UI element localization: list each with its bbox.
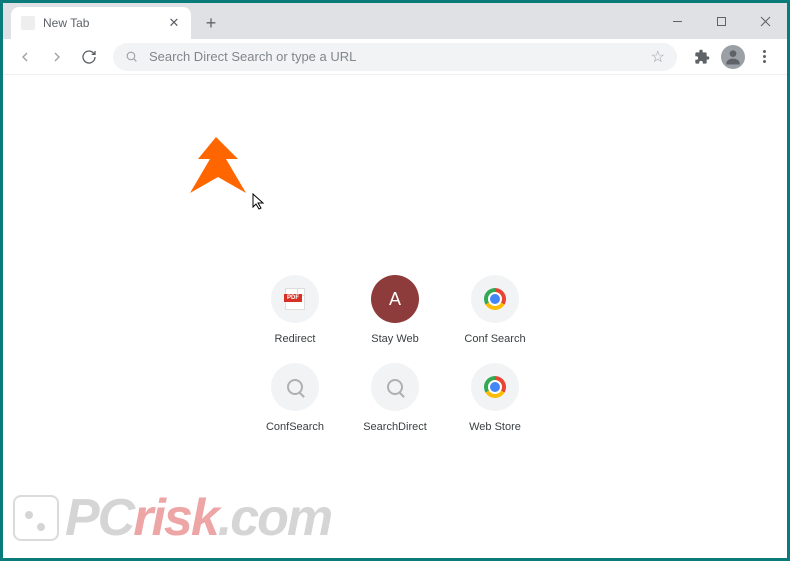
- bookmark-star-icon[interactable]: ☆: [651, 47, 665, 67]
- shortcut-label: SearchDirect: [363, 421, 427, 433]
- new-tab-page: Redirect A Stay Web Conf Search ConfSear…: [3, 75, 787, 558]
- back-button[interactable]: [11, 43, 39, 71]
- omnibox[interactable]: ☆: [113, 43, 677, 71]
- shortcut-label: Web Store: [469, 421, 521, 433]
- annotation-arrow-icon: [178, 133, 258, 203]
- new-tab-button[interactable]: +: [197, 9, 225, 37]
- shortcut-searchdirect[interactable]: SearchDirect: [350, 363, 440, 433]
- tab-title: New Tab: [43, 16, 89, 30]
- toolbar: ☆: [3, 39, 787, 75]
- watermark-logo-icon: [13, 495, 59, 541]
- pdf-icon: [271, 275, 319, 323]
- forward-button[interactable]: [43, 43, 71, 71]
- maximize-button[interactable]: [699, 6, 743, 36]
- watermark-text: PCrisk.com: [65, 488, 331, 548]
- shortcut-grid: Redirect A Stay Web Conf Search ConfSear…: [250, 275, 540, 433]
- shortcut-label: Conf Search: [464, 333, 525, 345]
- minimize-button[interactable]: [655, 6, 699, 36]
- shortcut-stay-web[interactable]: A Stay Web: [350, 275, 440, 345]
- menu-icon[interactable]: [755, 48, 773, 66]
- shortcut-web-store[interactable]: Web Store: [450, 363, 540, 433]
- magnifier-icon: [271, 363, 319, 411]
- shortcut-confsearch[interactable]: ConfSearch: [250, 363, 340, 433]
- profile-avatar[interactable]: [721, 45, 745, 69]
- close-window-button[interactable]: [743, 6, 787, 36]
- tab-favicon: [21, 16, 35, 30]
- chrome-icon: [471, 275, 519, 323]
- mouse-cursor-icon: [252, 193, 266, 211]
- reload-button[interactable]: [75, 43, 103, 71]
- close-tab-icon[interactable]: ✕: [167, 16, 181, 30]
- magnifier-icon: [371, 363, 419, 411]
- address-input[interactable]: [149, 49, 643, 64]
- shortcut-redirect[interactable]: Redirect: [250, 275, 340, 345]
- window-controls: [655, 3, 787, 39]
- watermark: PCrisk.com: [13, 488, 331, 548]
- shortcut-label: ConfSearch: [266, 421, 324, 433]
- shortcut-conf-search[interactable]: Conf Search: [450, 275, 540, 345]
- browser-tab[interactable]: New Tab ✕: [11, 7, 191, 39]
- letter-icon: A: [371, 275, 419, 323]
- extensions-icon[interactable]: [693, 48, 711, 66]
- shortcut-label: Redirect: [275, 333, 316, 345]
- toolbar-right: [687, 45, 779, 69]
- chrome-icon: [471, 363, 519, 411]
- shortcut-label: Stay Web: [371, 333, 419, 345]
- search-icon: [125, 50, 139, 64]
